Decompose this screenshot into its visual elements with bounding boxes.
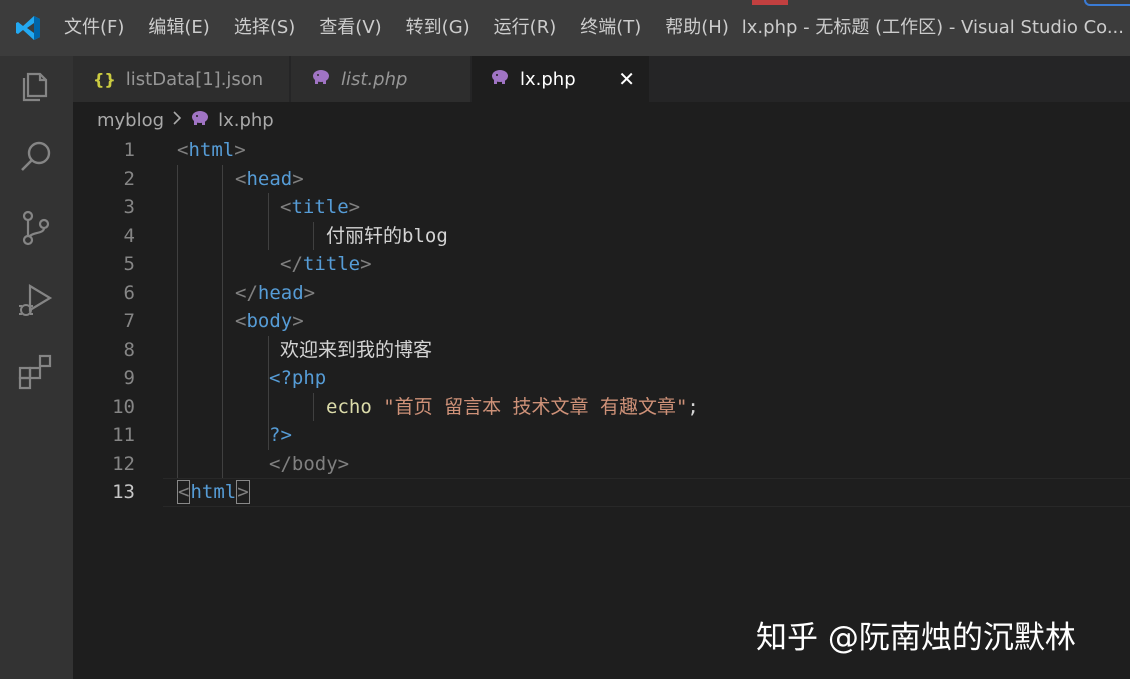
- menu-go[interactable]: 转到(G): [394, 0, 482, 56]
- tab-bar: {} listData[1].json list.php lx.php ✕: [73, 56, 1130, 102]
- indent-guide: [268, 193, 269, 250]
- indent-guide: [222, 164, 223, 478]
- line-number: 4: [123, 224, 135, 247]
- code-line-7: <body>: [235, 310, 304, 332]
- indent-guide: [313, 221, 314, 250]
- code-line-8: 欢迎来到我的博客: [280, 338, 433, 361]
- code-editor[interactable]: 1 2 3 4 5 6 7 8 9 10 11 12 13 <html> <he…: [73, 136, 1130, 679]
- menu-view[interactable]: 查看(V): [307, 0, 393, 56]
- menu-file[interactable]: 文件(F): [52, 0, 136, 56]
- indent-guide: [313, 392, 314, 421]
- line-number-current: 13: [112, 481, 135, 503]
- menu-run[interactable]: 运行(R): [482, 0, 569, 56]
- activity-bar: [0, 56, 73, 679]
- code-line-5: </title>: [280, 253, 372, 275]
- source-control-icon[interactable]: [14, 206, 58, 250]
- line-number: 9: [123, 367, 135, 389]
- code-line-12: </body>: [269, 452, 350, 475]
- search-icon[interactable]: [14, 134, 58, 178]
- line-number: 8: [123, 338, 135, 361]
- title-bar: 文件(F) 编辑(E) 选择(S) 查看(V) 转到(G) 运行(R) 终端(T…: [0, 0, 1130, 56]
- menu-terminal[interactable]: 终端(T): [568, 0, 653, 56]
- vscode-logo-icon: [16, 16, 40, 40]
- code-line-2: <head>: [235, 167, 304, 190]
- tab-label: listData[1].json: [125, 68, 264, 90]
- php-elephant-icon: [311, 69, 331, 89]
- code-line-10: echo "首页 留言本 技术文章 有趣文章";: [326, 395, 699, 418]
- window-edge-arc: [1084, 0, 1130, 6]
- code-line-13: <html>: [177, 480, 250, 504]
- breadcrumb-folder[interactable]: myblog: [97, 110, 164, 131]
- breadcrumb-file[interactable]: lx.php: [218, 110, 274, 131]
- line-number: 12: [112, 452, 135, 475]
- line-number: 2: [123, 167, 135, 190]
- json-braces-icon: {}: [93, 69, 116, 89]
- code-line-11: ?>: [269, 424, 292, 446]
- menu-bar: 文件(F) 编辑(E) 选择(S) 查看(V) 转到(G) 运行(R) 终端(T…: [52, 0, 741, 56]
- php-elephant-icon: [490, 69, 510, 89]
- tab-lx-php[interactable]: lx.php ✕: [472, 56, 650, 102]
- line-number: 10: [112, 395, 135, 418]
- code-line-4: 付丽轩的blog: [326, 224, 448, 247]
- tab-label: lx.php: [520, 68, 576, 90]
- tab-list-php[interactable]: list.php: [291, 56, 471, 102]
- line-number: 11: [112, 424, 135, 446]
- run-debug-icon[interactable]: [14, 278, 58, 322]
- menu-help[interactable]: 帮助(H): [653, 0, 741, 56]
- chevron-right-icon: [172, 110, 182, 131]
- line-number: 1: [123, 139, 135, 161]
- code-line-3: <title>: [280, 196, 361, 218]
- menu-selection[interactable]: 选择(S): [222, 0, 307, 56]
- watermark: 知乎 @阮南烛的沉默林: [756, 620, 1076, 656]
- line-number: 7: [123, 310, 135, 332]
- code-line-1: <html>: [177, 139, 246, 161]
- line-number: 3: [123, 196, 135, 218]
- tab-label: list.php: [341, 68, 408, 90]
- indent-guide: [177, 164, 178, 478]
- explorer-icon[interactable]: [14, 64, 58, 108]
- php-elephant-icon: [190, 110, 210, 131]
- line-number: 5: [123, 253, 135, 275]
- tab-listdata-json[interactable]: {} listData[1].json: [73, 56, 290, 102]
- current-line-highlight: [163, 478, 1130, 507]
- line-number: 6: [123, 281, 135, 304]
- close-icon[interactable]: ✕: [618, 56, 635, 102]
- code-line-6: </head>: [235, 281, 316, 304]
- breadcrumb: myblog lx.php: [97, 104, 274, 136]
- code-line-9: <?php: [269, 367, 327, 389]
- menu-edit[interactable]: 编辑(E): [136, 0, 221, 56]
- window-title: lx.php - 无标题 (工作区) - Visual Studio Co...: [741, 17, 1124, 38]
- extensions-icon[interactable]: [14, 350, 58, 394]
